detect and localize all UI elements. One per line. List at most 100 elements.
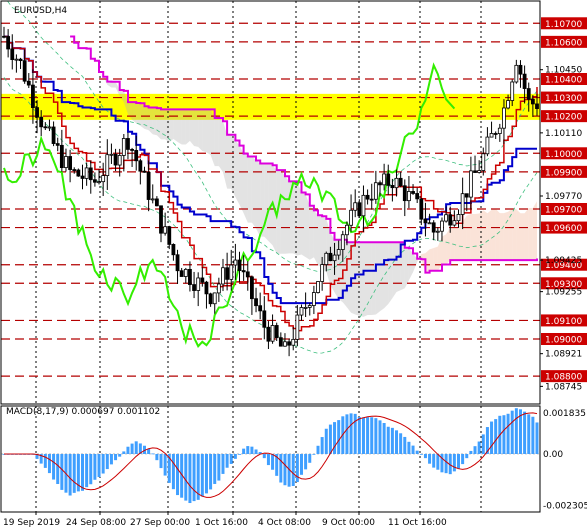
candle-body-78 [324, 252, 329, 265]
candle-body-29 [121, 138, 126, 156]
candle-body-77 [320, 264, 325, 282]
candle-body-72 [299, 307, 304, 316]
candle-body-57 [237, 259, 242, 271]
macd-bar-31 [130, 443, 134, 454]
cloud-segment-26 [173, 109, 178, 142]
cloud-segment-104 [495, 208, 500, 261]
macd-bar-71 [295, 453, 299, 483]
candle-body-102 [423, 218, 428, 224]
candle-body-34 [142, 170, 147, 173]
candle-body-44 [183, 268, 188, 277]
candle-body-104 [431, 222, 436, 233]
macd-bar-48 [200, 453, 204, 497]
candle-body-49 [204, 281, 209, 295]
candle-body-52 [216, 283, 221, 294]
macd-bar-76 [316, 445, 320, 454]
macd-bar-38 [159, 453, 163, 469]
cloud-segment-74 [371, 242, 376, 315]
macd-bar-50 [209, 453, 213, 490]
candle-body-68 [283, 341, 287, 347]
cloud-segment-94 [454, 227, 459, 261]
candle-body-50 [208, 293, 213, 305]
cloud-segment-105 [499, 213, 504, 261]
cloud-segment-99 [475, 213, 480, 261]
cloud-segment-30 [189, 109, 195, 146]
cloud-segment-108 [512, 208, 517, 261]
candle-body-98 [407, 191, 411, 202]
macd-bar-16 [68, 453, 72, 496]
candle-body-2 [10, 48, 15, 61]
level-badge-label-4: 1.10200 [545, 113, 582, 123]
candle-body-129 [535, 103, 539, 109]
cloud-segment-75 [375, 242, 380, 315]
cloud-segment-37 [218, 118, 223, 173]
macd-bar-91 [378, 420, 382, 454]
macd-bar-79 [328, 424, 332, 454]
cloud-segment-112 [528, 208, 533, 261]
cloud-segment-27 [177, 109, 182, 145]
macd-bar-85 [353, 413, 357, 454]
candle-body-121 [502, 107, 506, 129]
macd-bar-64 [266, 453, 270, 466]
cloud-segment-73 [367, 242, 372, 315]
macd-bar-22 [93, 453, 97, 480]
macd-bar-115 [477, 441, 481, 454]
macd-bar-25 [105, 453, 109, 470]
candle-body-40 [167, 226, 172, 245]
cloud-segment-59 [309, 205, 314, 260]
level-badge-label-11: 1.09100 [545, 317, 582, 327]
candle-body-75 [311, 292, 316, 306]
macd-bar-49 [204, 453, 208, 494]
candle-body-95 [394, 177, 399, 189]
cloud-segment-65 [334, 239, 339, 300]
macd-bar-113 [469, 450, 473, 454]
cloud-segment-17 [136, 103, 141, 126]
candle-body-76 [316, 281, 320, 293]
candle-body-47 [196, 277, 201, 291]
macd-bar-59 [246, 446, 250, 454]
candle-body-3 [14, 58, 19, 61]
macd-bar-68 [283, 453, 287, 486]
candle-body-38 [159, 205, 163, 234]
cloud-segment-21 [152, 107, 157, 136]
candle-body-119 [493, 133, 498, 135]
macd-bar-129 [535, 422, 539, 454]
candle-body-91 [378, 182, 382, 186]
candle-body-69 [287, 341, 291, 346]
price-tick-label-6: 1.10110 [545, 129, 582, 139]
cloud-segment-45 [251, 156, 256, 229]
candle-body-54 [225, 267, 230, 280]
candle-body-96 [398, 177, 403, 187]
candle-body-115 [477, 170, 482, 173]
candle-body-59 [245, 271, 250, 278]
macd-bar-124 [514, 408, 518, 454]
candle-body-43 [179, 270, 184, 277]
candle-body-9 [39, 116, 44, 128]
cloud-segment-24 [165, 109, 170, 143]
candle-body-1 [6, 36, 11, 50]
candle-body-31 [130, 149, 134, 151]
macd-bar-97 [403, 436, 407, 454]
candle-body-111 [460, 193, 465, 215]
candle-body-114 [473, 170, 477, 173]
candle-body-93 [386, 173, 391, 186]
candle-body-105 [435, 230, 440, 233]
level-badge-label-6: 1.09900 [545, 168, 582, 178]
macd-bar-110 [456, 453, 460, 469]
cloud-segment-71 [359, 242, 364, 317]
candle-body-6 [26, 80, 31, 86]
macd-bar-122 [506, 413, 510, 454]
candle-body-117 [485, 136, 490, 155]
macd-bar-10 [43, 453, 47, 468]
candle-body-107 [444, 214, 449, 222]
candle-body-124 [514, 64, 519, 83]
candle-body-25 [105, 154, 110, 176]
candle-body-90 [373, 182, 378, 200]
cloud-segment-55 [293, 181, 298, 256]
candle-body-15 [64, 156, 68, 169]
macd-bar-54 [225, 453, 229, 468]
macd-bar-44 [184, 453, 188, 501]
candle-body-41 [171, 244, 176, 256]
macd-bar-103 [428, 453, 432, 464]
candle-body-53 [221, 267, 225, 285]
